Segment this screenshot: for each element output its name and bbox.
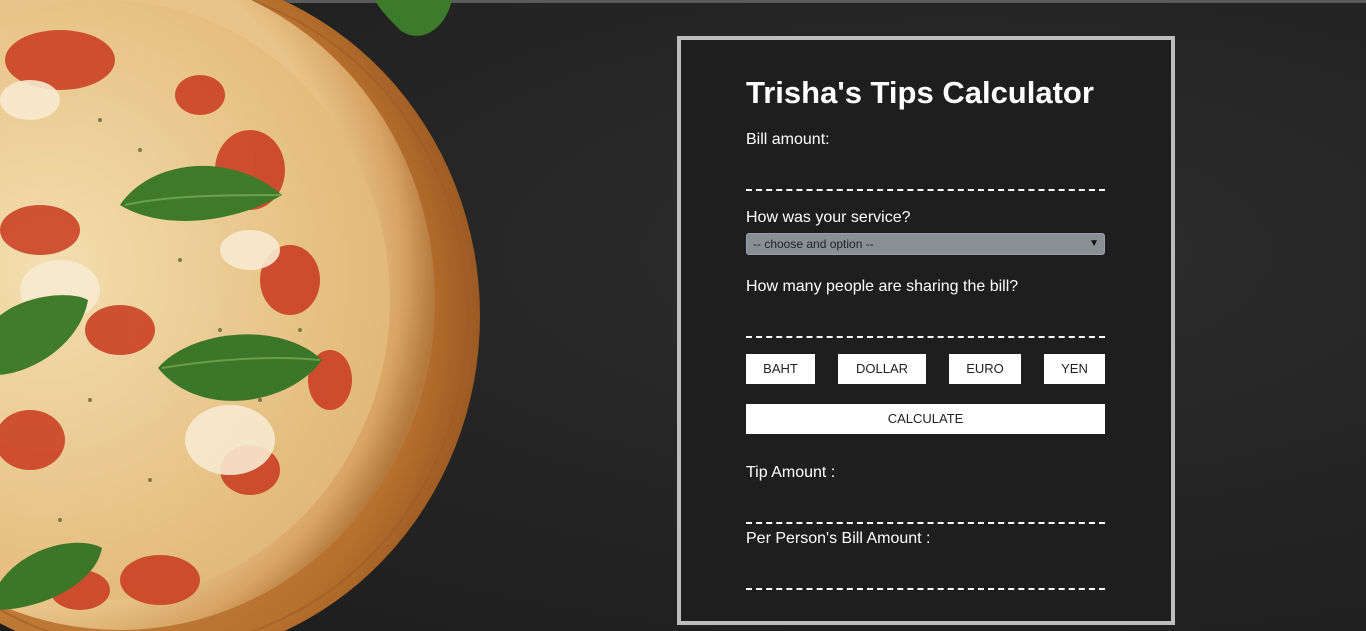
service-label: How was your service? bbox=[746, 209, 911, 226]
page-title: Trisha's Tips Calculator bbox=[746, 75, 1094, 110]
per-person-field[interactable] bbox=[746, 566, 1105, 590]
bill-amount-label: Bill amount: bbox=[746, 131, 830, 148]
people-sharing-input[interactable] bbox=[746, 314, 1105, 338]
pizza-image bbox=[0, 0, 480, 631]
per-person-label: Per Person's Bill Amount : bbox=[746, 530, 931, 547]
euro-button[interactable]: EURO bbox=[949, 354, 1021, 384]
baht-button[interactable]: BAHT bbox=[746, 354, 815, 384]
calculate-button[interactable]: CALCULATE bbox=[746, 404, 1105, 434]
tip-amount-label: Tip Amount : bbox=[746, 464, 836, 481]
people-sharing-label: How many people are sharing the bill? bbox=[746, 278, 1019, 295]
service-select-value: -- choose and option -- bbox=[753, 237, 874, 251]
chevron-down-icon: ▼ bbox=[1089, 238, 1099, 249]
calculator-card: Trisha's Tips Calculator Bill amount: Ho… bbox=[677, 36, 1175, 625]
yen-button[interactable]: YEN bbox=[1044, 354, 1105, 384]
page: Trisha's Tips Calculator Bill amount: Ho… bbox=[0, 0, 1366, 631]
tip-amount-field[interactable] bbox=[746, 500, 1105, 524]
bill-amount-input[interactable] bbox=[746, 167, 1105, 191]
dollar-button[interactable]: DOLLAR bbox=[838, 354, 926, 384]
service-select[interactable]: -- choose and option -- ▼ bbox=[746, 233, 1105, 255]
